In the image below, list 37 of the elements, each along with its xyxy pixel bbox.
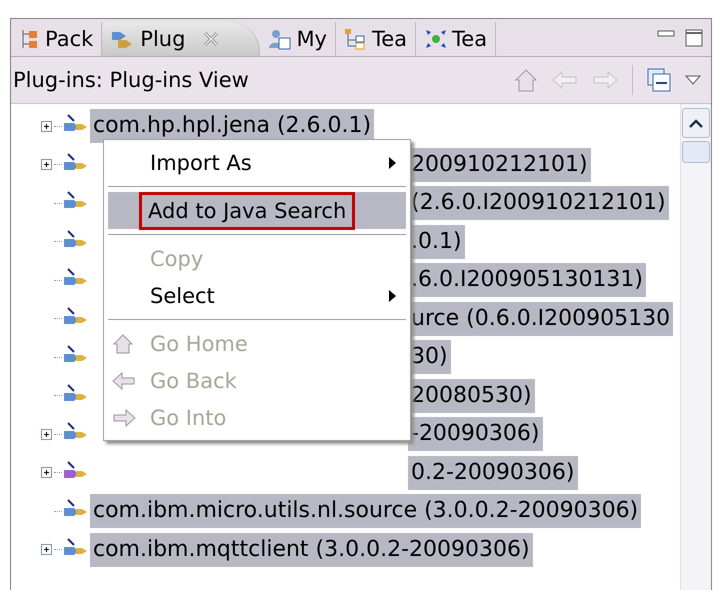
plugin-label[interactable]: 30): [408, 340, 451, 374]
home-icon: [112, 332, 134, 354]
plugin-label[interactable]: 0.2-20090306): [408, 456, 578, 490]
plugin-label[interactable]: -20090306): [408, 417, 542, 452]
plugin-label[interactable]: .6.0.I200905130131): [408, 263, 646, 298]
menu-item[interactable]: Add to Java Search: [108, 192, 406, 229]
menu-item[interactable]: Select: [108, 277, 406, 314]
plugin-label[interactable]: urce (0.6.0.I200905130: [408, 302, 674, 336]
expand-icon[interactable]: [41, 428, 54, 440]
expand-icon[interactable]: [41, 467, 54, 478]
view-tab[interactable]: Tea: [336, 22, 416, 56]
expand-icon[interactable]: [41, 544, 54, 556]
plugin-label[interactable]: (2.6.0.I200910212101): [408, 186, 669, 220]
collapse-all-icon[interactable]: [647, 68, 671, 92]
view-tab[interactable]: Tea: [416, 22, 496, 56]
menu-item[interactable]: Import As: [108, 144, 406, 181]
view-title: Plug-ins: Plug-ins View: [13, 68, 250, 92]
back-arrow-icon: [112, 370, 136, 390]
plugin-label[interactable]: com.ibm.micro.utils.nl.source (3.0.0.2-20090306): [90, 494, 642, 528]
submenu-arrow-icon: [389, 290, 396, 302]
plugin-label[interactable]: com.ibm.mqttclient (3.0.0.2-20090306): [90, 532, 533, 567]
plugin-label[interactable]: 200910212101): [408, 148, 591, 182]
view-tab[interactable]: Plug: [102, 22, 260, 56]
forward-arrow-icon: [112, 408, 136, 428]
submenu-arrow-icon: [389, 156, 396, 168]
expand-icon[interactable]: [41, 159, 54, 170]
scrollbar-thumb[interactable]: [682, 141, 710, 163]
maximize-icon[interactable]: [685, 28, 703, 46]
plugin-label[interactable]: .0.1): [408, 224, 465, 259]
target-icon: [424, 28, 448, 50]
close-icon[interactable]: [203, 31, 220, 47]
scroll-up-icon[interactable]: [682, 108, 710, 138]
view-menu-icon[interactable]: [685, 75, 701, 85]
user-card-icon: [268, 28, 292, 50]
plugin-label[interactable]: 20080530): [408, 378, 535, 413]
expand-icon[interactable]: [41, 120, 54, 132]
view-tab[interactable]: My: [260, 22, 336, 56]
